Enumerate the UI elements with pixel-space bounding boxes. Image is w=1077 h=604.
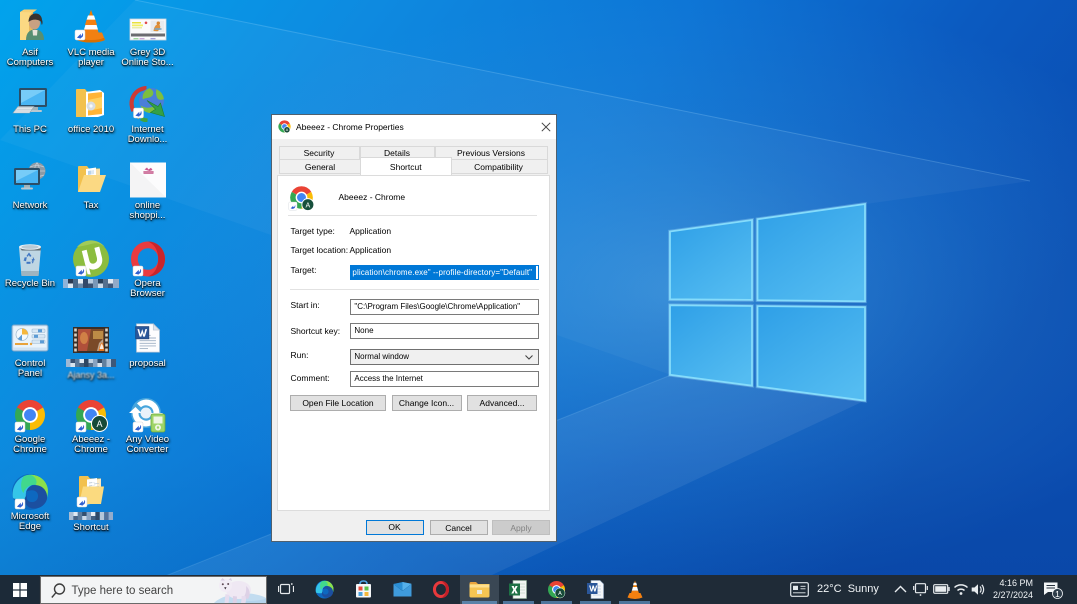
svg-text:1: 1 bbox=[1055, 589, 1060, 599]
svg-text:A: A bbox=[306, 201, 311, 209]
svg-text:A: A bbox=[96, 419, 102, 429]
svg-text:A: A bbox=[558, 591, 562, 597]
